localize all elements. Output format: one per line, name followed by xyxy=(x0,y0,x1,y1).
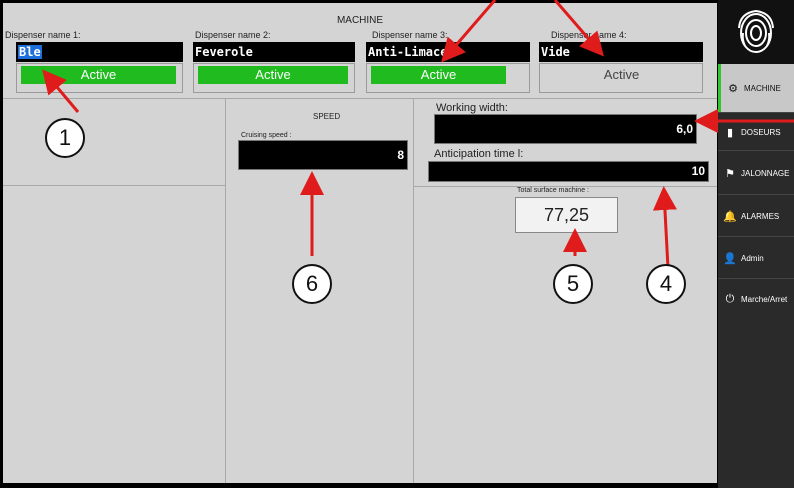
dispenser-1-status-box: Active xyxy=(16,63,183,93)
dispenser-1-status-button[interactable]: Active xyxy=(21,66,176,84)
dispenser-2-status-box: Active xyxy=(193,63,355,93)
sidebar-item-label: Marche/Arret xyxy=(741,294,788,304)
dispenser-1-label: Dispenser name 1: xyxy=(5,30,81,40)
fingerprint-logo xyxy=(718,0,794,64)
dispenser-2-label: Dispenser name 2: xyxy=(195,30,271,40)
sidebar-item-admin[interactable]: 👤 Admin xyxy=(718,236,794,279)
left-panel-divider xyxy=(3,185,225,186)
machine-panel: MACHINE Dispenser name 1: Ble Active Dis… xyxy=(3,3,717,483)
bell-icon: 🔔 xyxy=(723,210,737,223)
header-divider xyxy=(3,98,717,99)
cruising-speed-label: Cruising speed : xyxy=(241,132,292,139)
dispenser-3-name-field[interactable]: Anti-Limace xyxy=(366,42,530,62)
speed-title: SPEED xyxy=(313,112,341,121)
dispenser-2-status-button[interactable]: Active xyxy=(198,66,348,84)
working-width-label: Working width: xyxy=(436,102,508,114)
sidebar-item-machine[interactable]: ⚙ MACHINE xyxy=(718,64,794,112)
user-icon: 👤 xyxy=(723,252,737,265)
dispenser-4-label: Dispenser name 4: xyxy=(551,30,627,40)
dispenser-3-label: Dispenser name 3: xyxy=(372,30,448,40)
dispenser-3-status-button[interactable]: Active xyxy=(371,66,506,84)
dispenser-2-name-field[interactable]: Feverole xyxy=(193,42,355,62)
dispenser-icon: ▮ xyxy=(726,126,734,139)
app-window: MACHINE Dispenser name 1: Ble Active Dis… xyxy=(0,0,794,488)
flag-icon: ⚑ xyxy=(725,167,735,180)
sidebar-item-marche-arret[interactable]: ⏻ Marche/Arret xyxy=(718,278,794,319)
dispenser-1-name-text: Ble xyxy=(18,45,42,59)
total-surface-label: Total surface machine : xyxy=(517,187,589,194)
dispenser-4-status-button[interactable]: Active xyxy=(544,66,699,84)
sidebar-item-doseurs[interactable]: ▮ DOSEURS xyxy=(718,112,794,151)
sidebar-item-label: JALONNAGE xyxy=(741,168,790,178)
working-width-field[interactable]: 6,0 xyxy=(434,114,697,144)
callout-4: 4 xyxy=(646,264,686,304)
dispenser-1-name-field[interactable]: Ble xyxy=(16,42,183,62)
sidebar-item-label: DOSEURS xyxy=(741,127,781,137)
anticipation-time-label: Anticipation time l: xyxy=(434,148,524,160)
callout-5: 5 xyxy=(553,264,593,304)
dispenser-3-status-box: Active xyxy=(366,63,530,93)
sidebar-item-alarmes[interactable]: 🔔 ALARMES xyxy=(718,194,794,237)
left-column-divider xyxy=(225,99,226,483)
total-surface-value: 77,25 xyxy=(515,197,618,233)
sidebar-item-label: Admin xyxy=(741,253,764,263)
power-icon: ⏻ xyxy=(725,292,735,305)
gear-icon: ⚙ xyxy=(728,82,738,95)
page-title: MACHINE xyxy=(336,15,384,26)
sidebar-item-label: ALARMES xyxy=(741,211,780,221)
cruising-speed-field[interactable]: 8 xyxy=(238,140,408,170)
dispenser-4-name-field[interactable]: Vide xyxy=(539,42,703,62)
center-column-divider xyxy=(413,99,414,483)
callout-1: 1 xyxy=(45,118,85,158)
dispenser-4-status-box: Active xyxy=(539,63,703,93)
sidebar: ⚙ MACHINE ▮ DOSEURS ⚑ JALONNAGE 🔔 ALARME… xyxy=(718,0,794,488)
fingerprint-icon xyxy=(738,9,774,53)
anticipation-time-field[interactable]: 10 xyxy=(428,161,709,182)
callout-6: 6 xyxy=(292,264,332,304)
sidebar-item-label: MACHINE xyxy=(744,83,781,93)
sidebar-item-jalonnage[interactable]: ⚑ JALONNAGE xyxy=(718,150,794,195)
